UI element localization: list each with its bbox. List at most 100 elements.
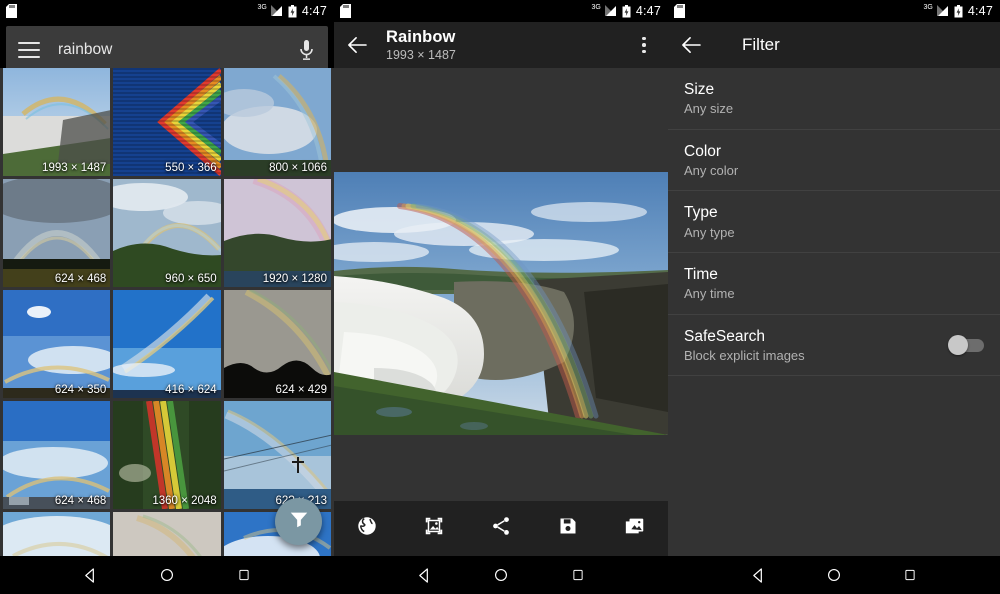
thumbnail-dimensions: 624 × 468 xyxy=(55,273,106,285)
battery-icon xyxy=(288,5,297,18)
detail-titles: Rainbow 1993 × 1487 xyxy=(386,28,456,61)
thumbnail-dimensions: 624 × 429 xyxy=(276,384,327,396)
battery-icon xyxy=(622,5,631,18)
filter-value: Any type xyxy=(684,225,735,241)
thumbnail-image xyxy=(224,179,331,287)
signal-icon xyxy=(936,5,949,17)
share-button[interactable] xyxy=(468,515,535,542)
filter-value: Any time xyxy=(684,286,735,302)
result-thumbnail[interactable]: 1920 × 1280 xyxy=(224,179,331,287)
result-thumbnail[interactable]: 1993 × 1487 xyxy=(3,68,110,176)
arrow-back-icon[interactable] xyxy=(346,36,386,54)
image-dimensions: 1993 × 1487 xyxy=(386,48,456,62)
thumbnail-image xyxy=(224,290,331,398)
status-bar: 3G 4:47 xyxy=(668,0,1000,22)
android-nav-bar[interactable] xyxy=(0,556,334,594)
result-thumbnail[interactable]: 1360 × 2048 xyxy=(113,401,220,509)
square-recents-icon[interactable] xyxy=(563,569,593,581)
triangle-back-icon[interactable] xyxy=(743,568,773,583)
circle-home-icon[interactable] xyxy=(486,568,516,582)
status-bar: 3G 4:47 xyxy=(0,0,334,22)
android-nav-bar[interactable] xyxy=(668,556,1000,594)
filter-panel: 3G 4:47 Filter Size Any size xyxy=(668,0,1000,594)
more-vert-icon[interactable] xyxy=(632,37,656,54)
thumbnail-dimensions: 1920 × 1280 xyxy=(263,273,327,285)
filter-toolbar: Filter xyxy=(668,22,1000,68)
floppy-save-icon xyxy=(558,516,578,541)
three-panel-screenshot: 3G 4:47 rainbow xyxy=(0,0,1000,594)
set-as-wallpaper-button[interactable] xyxy=(401,515,468,542)
triangle-back-icon[interactable] xyxy=(409,568,439,583)
thumbnail-image xyxy=(113,68,220,176)
thumbnail-dimensions: 624 × 350 xyxy=(55,384,106,396)
filter-row-safesearch[interactable]: SafeSearch Block explicit images xyxy=(668,315,1000,377)
filter-funnel-icon xyxy=(288,508,310,535)
gallery-button[interactable] xyxy=(601,515,668,542)
filter-row-type[interactable]: Type Any type xyxy=(668,191,1000,253)
microphone-icon[interactable] xyxy=(296,40,316,61)
circle-home-icon[interactable] xyxy=(819,568,849,582)
sd-card-icon xyxy=(340,4,351,18)
page-title: Rainbow xyxy=(386,28,456,46)
filter-title: SafeSearch xyxy=(684,327,805,346)
result-thumbnail[interactable]: 624 × 468 xyxy=(3,401,110,509)
circle-home-icon[interactable] xyxy=(152,568,182,582)
thumbnail-image xyxy=(224,68,331,176)
result-thumbnail[interactable]: 624 × 468 xyxy=(3,179,110,287)
filter-title: Color xyxy=(684,142,738,161)
arrow-back-icon[interactable] xyxy=(680,36,720,54)
result-thumbnail[interactable]: 62? × ?13 xyxy=(224,401,331,509)
thumbnail-image xyxy=(113,401,220,509)
grid-row: 1993 × 1487 xyxy=(2,68,332,176)
thumbnail-dimensions: 800 × 1066 xyxy=(269,162,327,174)
filter-title: Size xyxy=(684,80,733,99)
safesearch-toggle[interactable] xyxy=(946,337,984,353)
search-bar[interactable]: rainbow xyxy=(6,26,328,74)
hamburger-menu-icon[interactable] xyxy=(18,42,40,58)
filter-row-color[interactable]: Color Any color xyxy=(668,130,1000,192)
preview-image[interactable] xyxy=(334,172,668,435)
signal-icon xyxy=(270,5,283,17)
crop-image-icon xyxy=(423,515,445,542)
filter-row-time[interactable]: Time Any time xyxy=(668,253,1000,315)
thumbnail-image xyxy=(113,179,220,287)
detail-toolbar: Rainbow 1993 × 1487 xyxy=(334,22,668,68)
result-thumbnail[interactable]: 624 × 429 xyxy=(224,290,331,398)
result-thumbnail[interactable]: 550 × 366 xyxy=(113,68,220,176)
filter-title: Time xyxy=(684,265,735,284)
save-button[interactable] xyxy=(534,516,601,541)
filter-title: Type xyxy=(684,203,735,222)
filter-value: Any size xyxy=(684,101,733,117)
grid-row: 624 × 468 960 × 650 xyxy=(2,179,332,287)
result-thumbnail[interactable]: 960 × 650 xyxy=(113,179,220,287)
filter-row-size[interactable]: Size Any size xyxy=(668,68,1000,130)
network-type-label: 3G xyxy=(258,4,267,11)
open-in-browser-button[interactable] xyxy=(334,515,401,542)
android-nav-bar[interactable] xyxy=(334,556,668,594)
square-recents-icon[interactable] xyxy=(895,569,925,581)
network-type-label: 3G xyxy=(592,4,601,11)
thumbnail-image xyxy=(3,290,110,398)
filter-value: Block explicit images xyxy=(684,348,805,364)
square-recents-icon[interactable] xyxy=(229,569,259,581)
result-thumbnail[interactable]: 416 × 624 xyxy=(113,290,220,398)
triangle-back-icon[interactable] xyxy=(75,568,105,583)
network-type-label: 3G xyxy=(924,4,933,11)
thumbnail-dimensions: 960 × 650 xyxy=(165,273,216,285)
thumbnail-dimensions: 416 × 624 xyxy=(165,384,216,396)
share-icon xyxy=(490,515,512,542)
search-results-panel: 3G 4:47 rainbow xyxy=(0,0,334,594)
thumbnail-dimensions: 1360 × 2048 xyxy=(152,495,216,507)
filter-options-list: Size Any size Color Any color Type Any t… xyxy=(668,68,1000,556)
grid-row: 624 × 468 xyxy=(2,401,332,509)
result-thumbnail[interactable]: 800 × 1066 xyxy=(224,68,331,176)
globe-icon xyxy=(356,515,378,542)
page-title: Filter xyxy=(742,35,780,55)
search-input[interactable]: rainbow xyxy=(58,41,296,59)
clock: 4:47 xyxy=(302,4,327,18)
result-thumbnail[interactable]: 624 × 350 xyxy=(3,290,110,398)
photo-library-icon xyxy=(624,515,646,542)
thumbnail-dimensions: 624 × 468 xyxy=(55,495,106,507)
signal-icon xyxy=(604,5,617,17)
filter-fab-button[interactable] xyxy=(275,498,322,545)
